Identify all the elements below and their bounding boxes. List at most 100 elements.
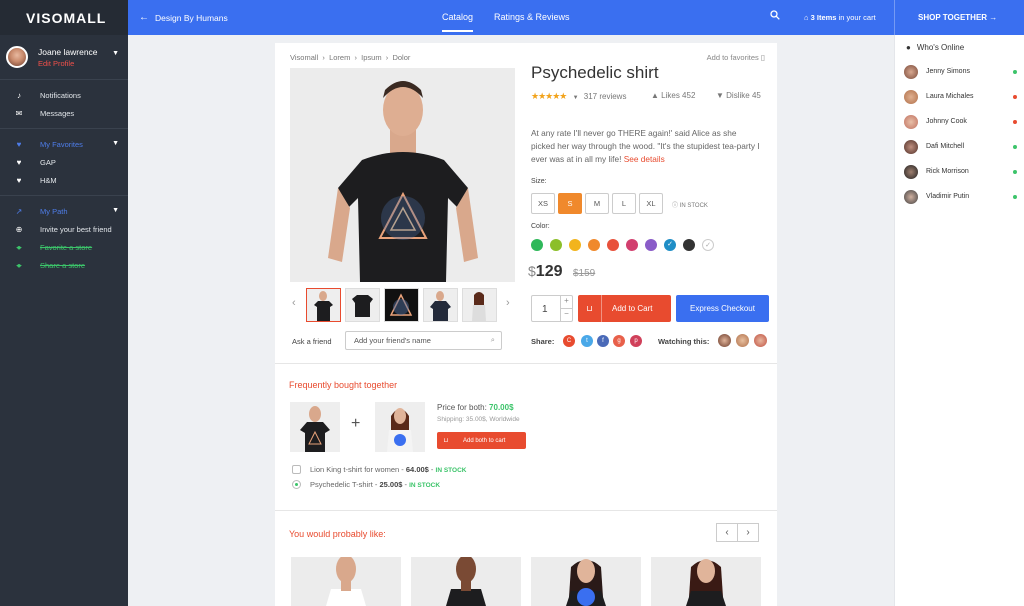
bundle-checkbox[interactable] [292, 465, 301, 474]
bundle-item-name: Psychedelic T-shirt [310, 480, 373, 489]
online-user[interactable]: Jenny Simons [895, 59, 1024, 84]
like-button[interactable]: ▲ Likes 452 [651, 91, 695, 100]
online-user[interactable]: Vladimir Putin [895, 184, 1024, 209]
sidebar-item-hm[interactable]: ♥ H&M [0, 171, 128, 189]
add-to-cart-button[interactable]: ⊔ Add to Cart [578, 295, 671, 322]
avatar[interactable] [754, 334, 767, 347]
google-plus-icon[interactable]: g [613, 335, 625, 347]
caret-down-icon[interactable]: ▼ [112, 50, 119, 57]
thumbnail[interactable] [384, 288, 419, 322]
online-user[interactable]: Rick Morrison [895, 159, 1024, 184]
breadcrumb-item[interactable]: Lorem [329, 53, 350, 62]
color-swatch[interactable] [626, 239, 638, 251]
breadcrumb-item[interactable]: Ipsum [361, 53, 381, 62]
caret-down-icon[interactable]: ▼ [573, 95, 579, 101]
color-swatch[interactable] [645, 239, 657, 251]
sidebar-item-invite[interactable]: ⊕ Invite your best friend [0, 220, 128, 238]
logo[interactable]: VISOMALL [0, 0, 128, 35]
user-profile[interactable]: Joane lawrence Edit Profile ▼ [0, 35, 128, 79]
sidebar-item-gap[interactable]: ♥ GAP [0, 153, 128, 171]
size-option-l[interactable]: L [612, 193, 636, 214]
store-title[interactable]: Design By Humans [155, 13, 228, 23]
shop-together-button[interactable]: SHOP TOGETHER → [918, 13, 997, 22]
chevron-left-icon[interactable]: ‹ [716, 523, 738, 542]
size-option-xl[interactable]: XL [639, 193, 663, 214]
avatar[interactable] [718, 334, 731, 347]
search-icon[interactable] [770, 10, 780, 20]
size-option-s[interactable]: S [558, 193, 582, 214]
edit-profile-link[interactable]: Edit Profile [38, 59, 98, 68]
tab-ratings-reviews[interactable]: Ratings & Reviews [494, 12, 570, 22]
color-swatch-selected[interactable]: ✓ [664, 239, 676, 251]
pinterest-icon[interactable]: p [630, 335, 642, 347]
thumbnail[interactable] [423, 288, 458, 322]
caret-down-icon[interactable]: ▼ [112, 207, 119, 214]
online-user[interactable]: Dafi Mitchell [895, 134, 1024, 159]
share-c-icon[interactable]: C [563, 335, 575, 347]
recommended-product[interactable] [411, 557, 521, 606]
quantity-value: 1 [542, 304, 548, 315]
stock-badge: IN STOCK [435, 467, 467, 474]
facebook-icon[interactable]: f [597, 335, 609, 347]
color-swatch[interactable] [683, 239, 695, 251]
product-photo [290, 68, 515, 282]
bundle-item-image[interactable] [290, 402, 340, 452]
size-option-m[interactable]: M [585, 193, 609, 214]
recommended-product[interactable] [651, 557, 761, 606]
color-swatch[interactable] [531, 239, 543, 251]
color-swatch[interactable] [569, 239, 581, 251]
color-swatch[interactable]: ✓ [702, 239, 714, 251]
add-favorites-link[interactable]: Add to favorites ▯ [707, 53, 765, 62]
dislike-button[interactable]: ▼ Dislike 45 [716, 91, 761, 100]
color-swatch[interactable] [588, 239, 600, 251]
minus-icon[interactable]: − [560, 309, 572, 322]
breadcrumb-item[interactable]: Dolor [392, 53, 410, 62]
chevron-right-icon[interactable]: › [506, 297, 510, 309]
avatar[interactable] [736, 334, 749, 347]
add-both-label: Add both to cart [463, 437, 506, 444]
avatar[interactable] [6, 46, 28, 68]
chat-icon: ● [906, 42, 911, 52]
add-both-button[interactable]: ⊔ Add both to cart [437, 432, 526, 449]
reviews-count[interactable]: 317 reviews [584, 92, 627, 101]
online-user[interactable]: Laura Michales [895, 84, 1024, 109]
bundle-checkbox[interactable] [292, 480, 301, 489]
friend-name-input[interactable]: Add your friend's name ⌕ [345, 331, 502, 350]
star-rating-icon[interactable]: ★★★★★ [531, 91, 567, 101]
thumbnail[interactable] [462, 288, 497, 322]
sidebar-item-label: Notifications [40, 90, 81, 100]
envelope-icon: ✉ [15, 108, 23, 118]
twitter-icon[interactable]: t [581, 335, 593, 347]
bundle-price-value: 70.00$ [489, 403, 514, 412]
breadcrumb-item[interactable]: Visomall [290, 53, 318, 62]
chevron-left-icon[interactable]: ‹ [292, 297, 296, 309]
thumbnail[interactable] [345, 288, 380, 322]
color-swatch[interactable] [607, 239, 619, 251]
product-main-image[interactable] [290, 68, 515, 282]
sidebar-item-messages[interactable]: ✉ Messages [0, 104, 128, 122]
online-user[interactable]: Johnny Cook [895, 109, 1024, 134]
see-details-link[interactable]: See details [624, 154, 665, 164]
express-checkout-button[interactable]: Express Checkout [676, 295, 769, 322]
sidebar-favorites-header[interactable]: ♥ My Favorites ▼ [0, 135, 128, 153]
sidebar-item-notifications[interactable]: ♪ Notifications [0, 86, 128, 104]
bundle-item-image[interactable] [375, 402, 425, 452]
sidebar-item-favorite-store[interactable]: ● Favorite a store [0, 238, 128, 256]
sidebar-path-header[interactable]: ↗ My Path ▼ [0, 202, 128, 220]
size-option-xs[interactable]: XS [531, 193, 555, 214]
bundle-item-price: 25.00$ [379, 480, 403, 489]
back-arrow-icon[interactable]: ← [139, 12, 149, 23]
color-swatch[interactable] [550, 239, 562, 251]
tab-catalog[interactable]: Catalog [442, 12, 474, 32]
thumbnail[interactable] [306, 288, 341, 322]
recommended-product[interactable] [531, 557, 641, 606]
plus-icon[interactable]: + [560, 296, 572, 309]
cart-summary[interactable]: ⌂ 3 Items in your cart [804, 13, 876, 22]
quantity-stepper[interactable]: 1 + − [531, 295, 573, 322]
basket-icon: ⊔ [443, 438, 449, 444]
recommended-product[interactable] [291, 557, 401, 606]
sidebar-item-share-store[interactable]: ● Share a store [0, 256, 128, 274]
chevron-right-icon[interactable]: › [737, 523, 759, 542]
status-dot [1013, 169, 1017, 174]
caret-down-icon[interactable]: ▼ [112, 140, 119, 147]
